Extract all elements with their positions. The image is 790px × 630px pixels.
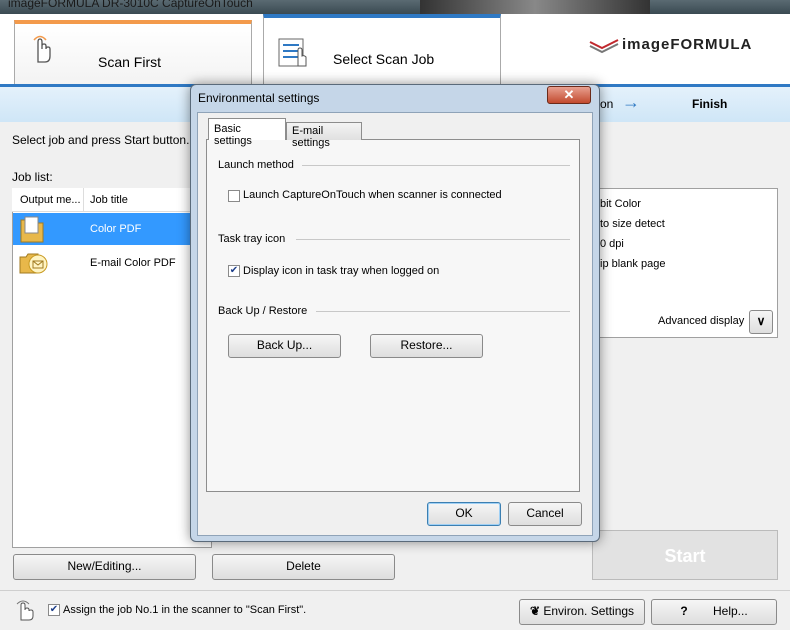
hand-touch-icon	[16, 600, 34, 621]
detail-color-mode: bit Color	[600, 198, 641, 210]
window-titlebar: imageFORMULA DR-3010C CaptureOnTouch	[0, 0, 790, 14]
column-output-method[interactable]: Output me...	[20, 194, 81, 206]
group-divider	[296, 239, 570, 240]
tab-basic-settings[interactable]: Basic settings	[208, 118, 286, 147]
tab-select-scan-job-label: Select Scan Job	[333, 51, 435, 67]
close-icon: ✕	[563, 87, 575, 102]
detail-resolution: 0 dpi	[600, 238, 624, 250]
job-title: Color PDF	[90, 223, 142, 235]
group-divider	[316, 311, 570, 312]
dialog-title: Environmental settings	[198, 91, 320, 105]
help-label: Help...	[713, 604, 748, 618]
job-list-label: Job list:	[12, 170, 53, 184]
tray-icon-label: Display icon in task tray when logged on	[243, 265, 440, 277]
brand-name: imageFORMULA	[622, 36, 753, 53]
advanced-display-label: Advanced display	[658, 315, 745, 327]
step-arrow-icon: →	[622, 92, 640, 112]
group-backup-restore: Back Up / Restore	[218, 305, 308, 317]
group-launch-method: Launch method	[218, 159, 294, 171]
email-icon	[19, 253, 48, 274]
group-divider	[302, 165, 570, 166]
launch-on-connect-checkbox[interactable]	[228, 190, 240, 202]
restore-button[interactable]: Restore...	[370, 334, 483, 358]
hand-touch-icon	[33, 35, 51, 63]
titlebar-decoration	[420, 0, 650, 14]
advanced-display-button[interactable]: ∨	[749, 310, 773, 334]
launch-on-connect-label: Launch CaptureOnTouch when scanner is co…	[243, 189, 502, 201]
detail-blank-page: ip blank page	[600, 258, 666, 270]
step-finish: Finish	[692, 97, 728, 111]
folder-icon	[20, 216, 44, 243]
help-icon: ?	[680, 604, 688, 618]
assign-job-label: Assign the job No.1 in the scanner to "S…	[63, 604, 307, 616]
brand-logo-icon	[589, 39, 619, 54]
cancel-button[interactable]: Cancel	[508, 502, 582, 526]
job-list-header: Output me... Job title	[12, 188, 212, 212]
group-task-tray: Task tray icon	[218, 233, 286, 245]
tools-icon: ❦	[529, 604, 540, 618]
environ-settings-button[interactable]: ❦ Environ. Settings	[519, 599, 645, 625]
help-button[interactable]: ? Help...	[651, 599, 777, 625]
tray-icon-checkbox[interactable]: ✔	[228, 265, 240, 277]
tab-email-settings[interactable]: E-mail settings	[286, 122, 362, 149]
tab-scan-first-label: Scan First	[98, 54, 162, 70]
detail-page-size: to size detect	[600, 218, 665, 230]
column-divider	[83, 188, 84, 212]
job-row[interactable]: Color PDF	[13, 213, 211, 245]
job-row[interactable]: E-mail Color PDF	[13, 247, 211, 279]
window-title: imageFORMULA DR-3010C CaptureOnTouch	[8, 0, 253, 10]
chevron-down-icon: ∨	[756, 314, 766, 328]
job-title: E-mail Color PDF	[90, 257, 176, 269]
step-partial-label: on	[600, 97, 614, 111]
job-list-icon	[278, 38, 307, 67]
ok-button[interactable]: OK	[427, 502, 501, 526]
new-editing-button[interactable]: New/Editing...	[13, 554, 196, 580]
instruction-text: Select job and press Start button.	[12, 133, 190, 147]
assign-job-checkbox[interactable]: ✔	[48, 604, 60, 616]
delete-button[interactable]: Delete	[212, 554, 395, 580]
start-button[interactable]: Start	[592, 530, 778, 580]
tab-select-scan-job[interactable]: Select Scan Job	[263, 14, 501, 88]
close-button[interactable]: ✕	[547, 86, 591, 104]
environ-settings-label: Environ. Settings	[543, 604, 635, 618]
tab-scan-first[interactable]: Scan First	[14, 20, 252, 91]
backup-button[interactable]: Back Up...	[228, 334, 341, 358]
column-job-title[interactable]: Job title	[90, 194, 128, 206]
